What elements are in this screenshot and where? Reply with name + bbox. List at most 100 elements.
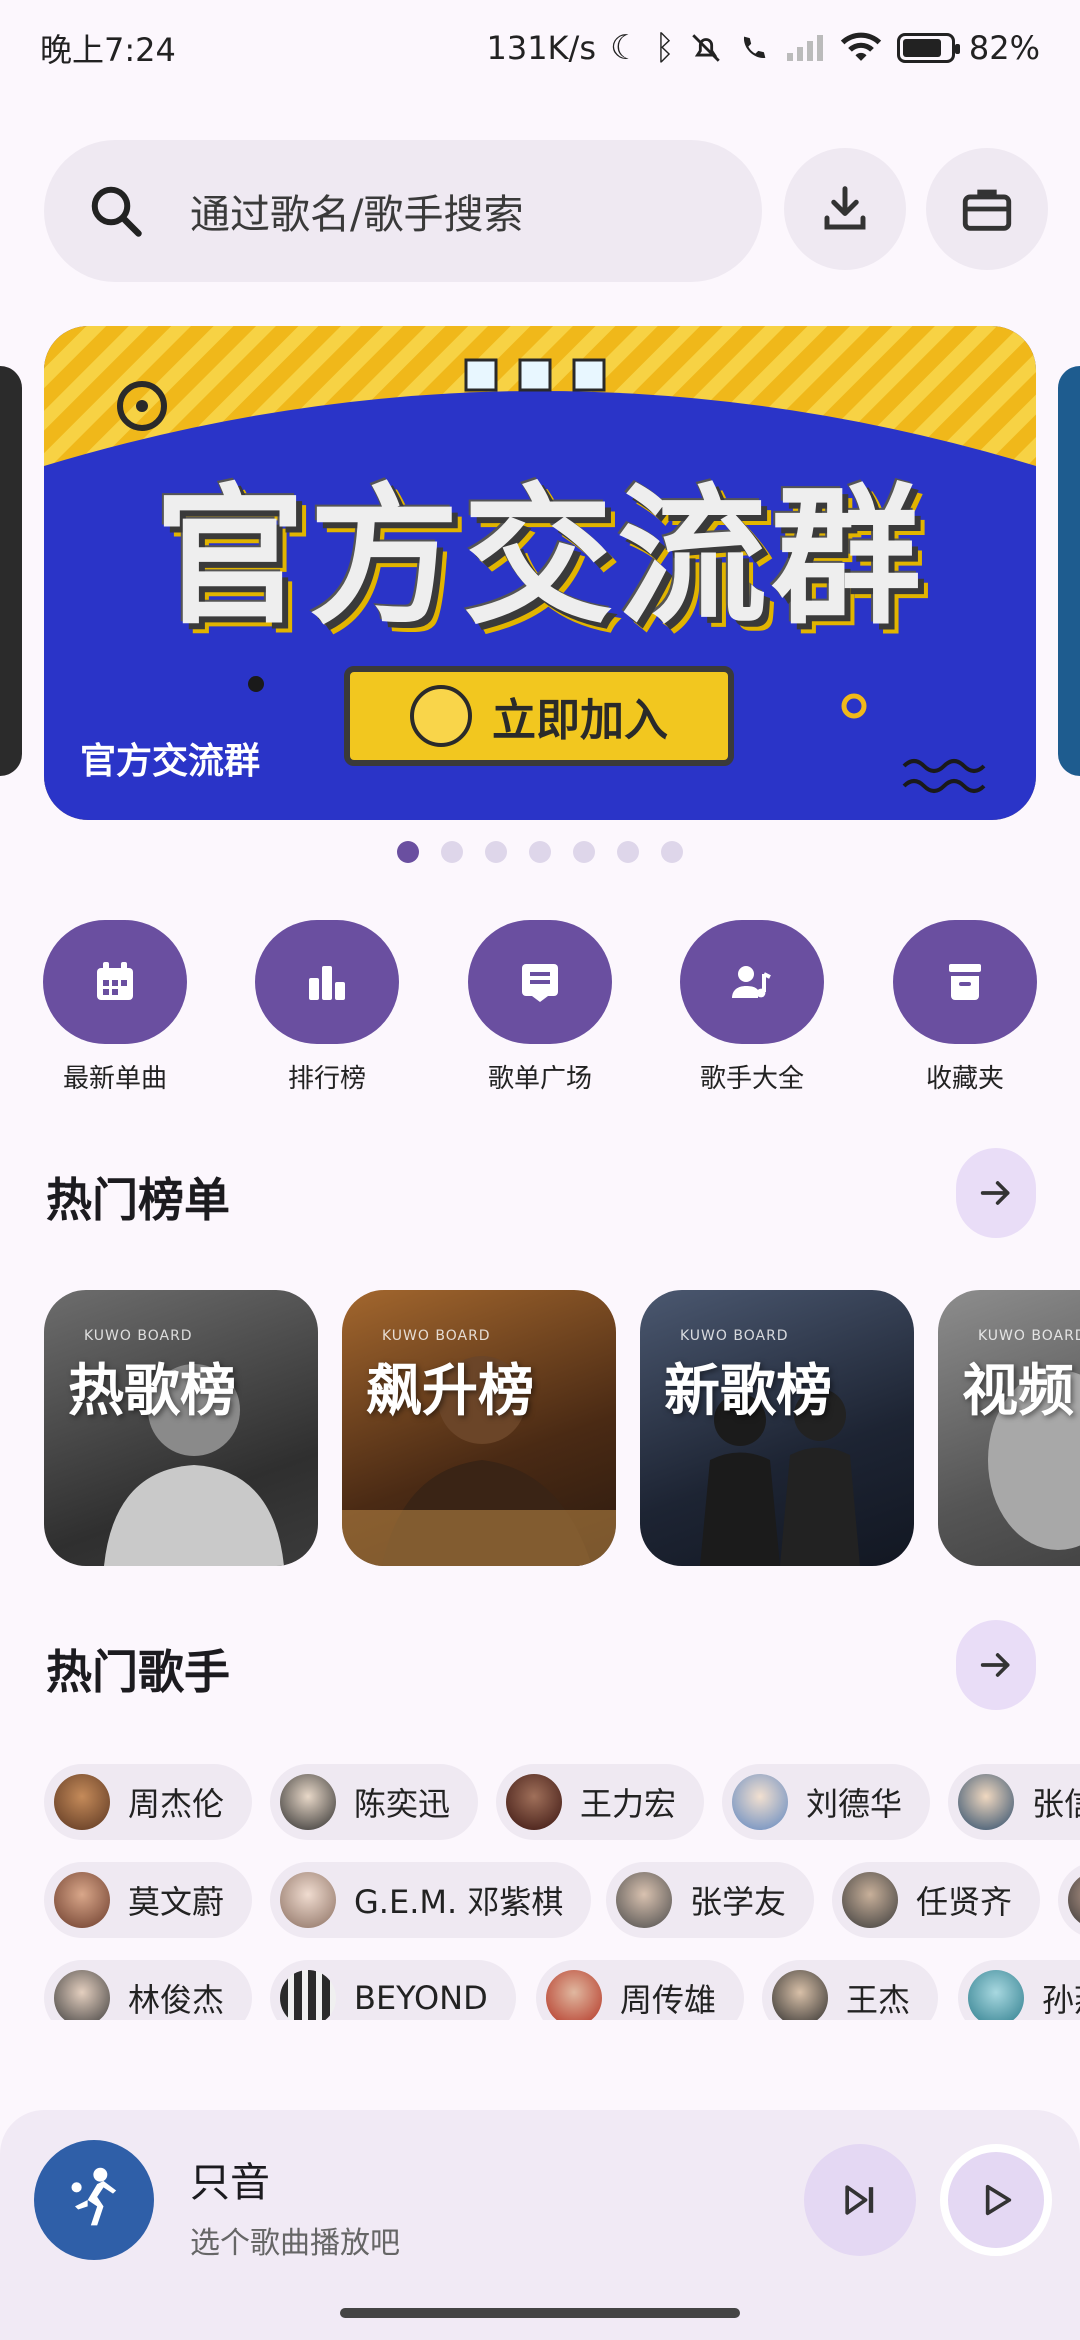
banner-next-peek[interactable]: [1058, 366, 1080, 776]
singer-name: 张学友: [690, 1883, 787, 1921]
singer-icon: [732, 966, 771, 998]
singer-chip[interactable]: 莫文蔚: [44, 1862, 253, 1938]
chart-card-video[interactable]: KUWO BOARD 视频: [938, 1290, 1080, 1566]
singer-chip[interactable]: 周杰伦: [44, 1764, 253, 1840]
carousel-dot[interactable]: [441, 841, 463, 863]
singer-chip[interactable]: 王力宏: [496, 1764, 705, 1840]
quick-label: 歌手大全: [699, 1064, 804, 1094]
hot-charts-list: KUWO BOARD 热歌榜 KUWO BOARD 飙升榜 KUWO BOARD…: [0, 1290, 1080, 1566]
carousel-dot[interactable]: [397, 841, 419, 863]
singer-name: 孙燕: [1042, 1981, 1080, 2019]
banner-join-button[interactable]: 立即加入: [344, 666, 734, 766]
battery-icon: [896, 33, 960, 63]
search-row: 通过歌名/歌手搜索: [44, 140, 1048, 282]
bar-chart-icon: [309, 966, 345, 1000]
singer-chip[interactable]: 周传雄: [536, 1960, 745, 2020]
chart-card-new[interactable]: KUWO BOARD 新歌榜: [640, 1290, 914, 1566]
banner-prev-peek[interactable]: [0, 366, 22, 776]
banner-slide[interactable]: 官方交流群 立即加入 官方交流群: [44, 326, 1036, 820]
section-title-hot-singers: 热门歌手: [46, 1645, 230, 1699]
singer-chip[interactable]: 孙燕: [958, 1960, 1080, 2020]
hot-charts-more-button[interactable]: [956, 1148, 1036, 1238]
chart-card-rising[interactable]: KUWO BOARD 飙升榜: [342, 1290, 616, 1566]
singer-name: 林俊杰: [128, 1981, 225, 2019]
singer-chip[interactable]: [1058, 1862, 1080, 1938]
play-icon: [985, 2184, 1012, 2216]
home-indicator[interactable]: [340, 2308, 740, 2318]
basketball-player-icon: [71, 2167, 117, 2226]
search-bar[interactable]: 通过歌名/歌手搜索: [44, 140, 762, 282]
banner-headline: 官方交流群: [154, 471, 925, 645]
search-placeholder: 通过歌名/歌手搜索: [190, 192, 524, 238]
singer-name: BEYOND: [354, 1979, 488, 2017]
cell-signal-icon: [786, 35, 823, 61]
chart-card-hot[interactable]: KUWO BOARD 热歌榜: [44, 1290, 318, 1566]
briefcase-icon: [962, 189, 1012, 231]
avatar: [54, 1872, 110, 1928]
dnd-moon-icon: ☾: [609, 28, 641, 68]
quick-rankings[interactable]: 排行榜: [242, 920, 412, 1095]
banner-caption: 官方交流群: [80, 741, 261, 782]
carousel-dot[interactable]: [485, 841, 507, 863]
next-track-button[interactable]: [804, 2144, 916, 2256]
avatar: [54, 1970, 110, 2020]
hot-singers-more-button[interactable]: [956, 1620, 1036, 1710]
quick-label: 最新单曲: [62, 1064, 167, 1094]
search-icon: [91, 186, 142, 237]
singer-chip[interactable]: 张信: [948, 1764, 1080, 1840]
banner-carousel[interactable]: 官方交流群 立即加入 官方交流群: [0, 326, 1080, 820]
carousel-dot[interactable]: [617, 841, 639, 863]
quick-button[interactable]: [255, 920, 399, 1044]
calendar-icon: [97, 962, 133, 1000]
chart-badge: KUWO BOARD: [978, 1328, 1080, 1344]
chart-badge: KUWO BOARD: [382, 1328, 491, 1344]
avatar: [506, 1774, 562, 1830]
singer-name: G.E.M. 邓紫棋: [354, 1883, 564, 1921]
avatar: [732, 1774, 788, 1830]
quick-actions: 最新单曲 排行榜 歌单广场 歌手大全 收藏夹: [0, 920, 1080, 1100]
chart-name: 热歌榜: [68, 1359, 236, 1424]
quick-latest-singles[interactable]: 最新单曲: [30, 920, 200, 1095]
singer-chip[interactable]: 陈奕迅: [270, 1764, 479, 1840]
quick-button[interactable]: [680, 920, 824, 1044]
singer-name: 王力宏: [580, 1785, 677, 1823]
download-icon: [824, 186, 866, 230]
singer-chip[interactable]: 王杰: [762, 1960, 939, 2020]
player-subtitle: 选个歌曲播放吧: [190, 2226, 400, 2261]
quick-label: 排行榜: [287, 1064, 366, 1094]
mini-player[interactable]: 只音 选个歌曲播放吧: [0, 2110, 1080, 2340]
quick-playlist-plaza[interactable]: 歌单广场: [455, 920, 625, 1095]
carousel-dot[interactable]: [529, 841, 551, 863]
play-button[interactable]: [940, 2144, 1052, 2256]
wifi-icon: [840, 32, 882, 61]
avatar: [280, 1970, 336, 2020]
download-button[interactable]: [784, 148, 906, 270]
singer-chip[interactable]: 刘德华: [722, 1764, 931, 1840]
carousel-dot[interactable]: [661, 841, 683, 863]
battery-percent: 82%: [968, 29, 1040, 67]
carousel-dot[interactable]: [573, 841, 595, 863]
skip-next-icon: [845, 2185, 874, 2215]
singer-chip[interactable]: BEYOND: [270, 1960, 516, 2020]
chart-name: 新歌榜: [664, 1359, 832, 1424]
player-title: 只音: [190, 2160, 270, 2206]
quick-singer-directory[interactable]: 歌手大全: [667, 920, 837, 1095]
singer-chip[interactable]: G.E.M. 邓紫棋: [270, 1862, 592, 1938]
arrow-right-icon: [980, 1181, 1010, 1205]
avatar: [54, 1774, 110, 1830]
carousel-indicator: [0, 841, 1080, 863]
avatar: [968, 1970, 1024, 2020]
quick-button[interactable]: [893, 920, 1037, 1044]
quick-button[interactable]: [468, 920, 612, 1044]
singer-chip[interactable]: 张学友: [606, 1862, 815, 1938]
mute-bell-icon: [692, 34, 720, 62]
singer-chip[interactable]: 林俊杰: [44, 1960, 253, 2020]
singer-chip[interactable]: 任贤齐: [832, 1862, 1041, 1938]
hot-singers-list: 周杰伦 陈奕迅 王力宏 刘德华 张信 莫文蔚 G.E.M. 邓紫棋 张学友 任贤…: [0, 1760, 1080, 2020]
player-album-art[interactable]: [34, 2140, 154, 2260]
quick-favorites[interactable]: 收藏夹: [880, 920, 1050, 1095]
banner-join-label: 立即加入: [492, 695, 668, 746]
status-time: 晚上7:24: [40, 31, 176, 69]
quick-button[interactable]: [43, 920, 187, 1044]
toolbox-button[interactable]: [926, 148, 1048, 270]
